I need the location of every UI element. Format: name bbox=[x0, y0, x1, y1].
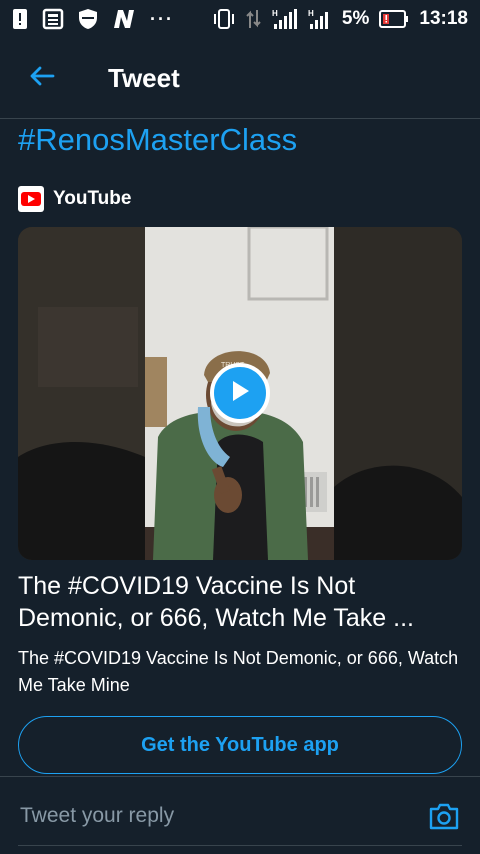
card-source-name: YouTube bbox=[53, 188, 132, 209]
signal-icon: H bbox=[308, 8, 332, 30]
reply-bar bbox=[0, 776, 480, 854]
battery-low-icon bbox=[379, 9, 409, 29]
alert-icon bbox=[12, 8, 28, 30]
n-app-icon bbox=[112, 8, 136, 30]
get-youtube-app-button[interactable]: Get the YouTube app bbox=[18, 716, 462, 774]
video-thumbnail[interactable]: TRUST bbox=[18, 227, 462, 560]
svg-text:H: H bbox=[308, 9, 314, 18]
clock: 13:18 bbox=[419, 8, 468, 29]
shield-icon bbox=[78, 8, 98, 30]
app-bar: Tweet bbox=[0, 38, 480, 119]
svg-text:H: H bbox=[272, 9, 278, 18]
youtube-icon bbox=[18, 186, 44, 212]
play-button[interactable] bbox=[210, 363, 270, 423]
signal-icon: H bbox=[272, 8, 298, 30]
card-title[interactable]: The #COVID19 Vaccine Is Not Demonic, or … bbox=[18, 570, 462, 634]
arrow-left-icon bbox=[29, 65, 55, 92]
data-arrows-icon bbox=[246, 8, 262, 30]
more-notifications: ··· bbox=[150, 8, 174, 29]
play-icon bbox=[229, 379, 251, 408]
back-button[interactable] bbox=[0, 38, 84, 119]
card-source: YouTube bbox=[18, 186, 131, 212]
card-description: The #COVID19 Vaccine Is Not Demonic, or … bbox=[18, 648, 459, 695]
hashtag-link[interactable]: #RenosMasterClass bbox=[18, 120, 297, 160]
status-bar: ··· H H 5% 13:18 bbox=[0, 0, 480, 38]
camera-icon bbox=[428, 803, 460, 835]
reply-input[interactable] bbox=[18, 799, 398, 833]
reply-underline bbox=[18, 845, 462, 846]
news-icon bbox=[42, 8, 64, 30]
page-title: Tweet bbox=[108, 62, 180, 93]
camera-button[interactable] bbox=[428, 801, 460, 831]
battery-percent: 5% bbox=[341, 8, 370, 29]
vibrate-icon bbox=[212, 8, 236, 30]
